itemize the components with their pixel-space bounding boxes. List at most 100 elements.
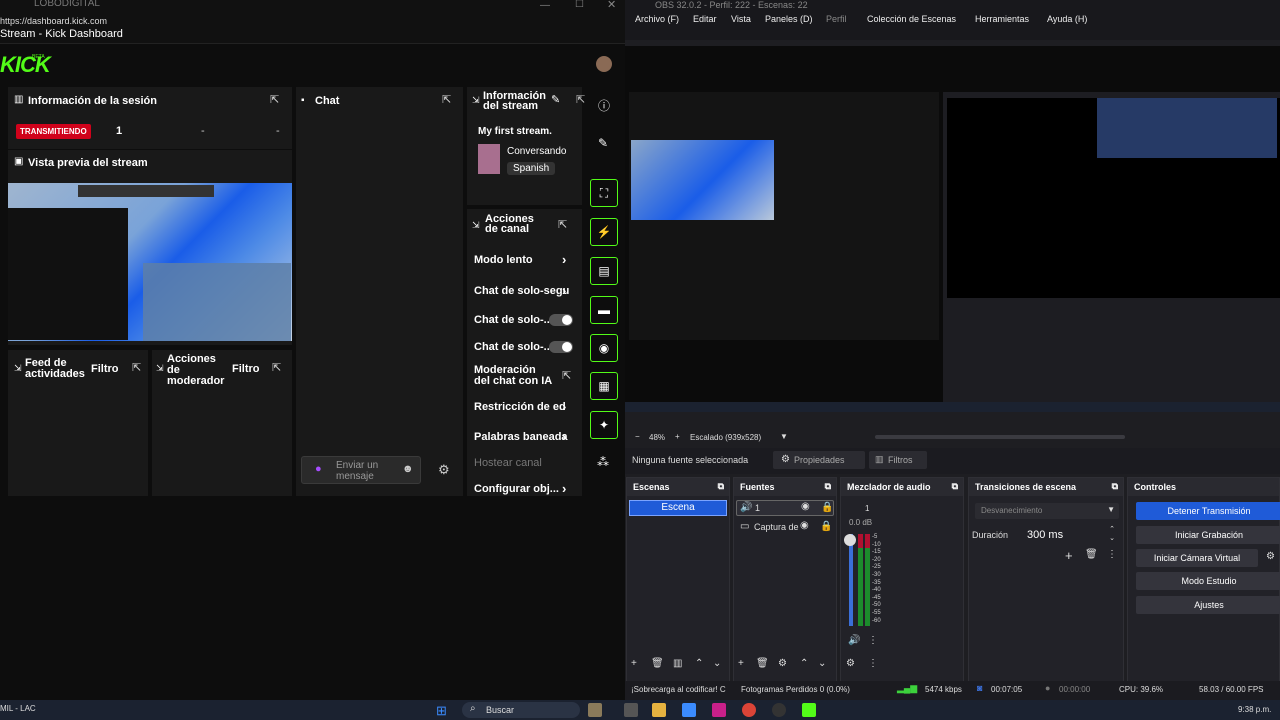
browser-tab-label[interactable]: LOBODIGITAL — [34, 0, 100, 9]
source-settings-gear-icon[interactable]: ⚙ — [778, 658, 787, 669]
chrome-icon[interactable] — [742, 703, 756, 717]
emote-icon[interactable]: ● — [315, 463, 322, 475]
mixer-link-icon[interactable]: ⚙ — [846, 658, 855, 669]
kebab-menu-icon[interactable]: ⋮ — [1107, 549, 1117, 560]
activity-feed-filter[interactable]: Filtro — [91, 363, 119, 375]
chevron-right-icon[interactable]: › — [562, 429, 566, 444]
chevron-right-icon[interactable]: › — [562, 481, 566, 496]
expand-icon[interactable]: ⇱ — [558, 218, 567, 231]
edit-pencil-icon[interactable]: ✎ — [551, 93, 560, 106]
scan-icon[interactable]: ⛶ — [590, 179, 618, 207]
move-up-icon[interactable]: ⌃ — [800, 658, 808, 669]
lock-icon[interactable]: 🔒 — [821, 502, 833, 513]
avatar[interactable] — [596, 56, 612, 72]
eye-icon[interactable]: ◉ — [801, 501, 810, 512]
filters-button[interactable]: ▥ Filtros — [869, 451, 927, 469]
menu-help[interactable]: Ayuda (H) — [1047, 14, 1087, 24]
obs-taskbar-icon[interactable] — [772, 703, 786, 717]
kick-taskbar-icon[interactable] — [802, 703, 816, 717]
followers-only-item[interactable]: Chat de solo-segu — [474, 285, 569, 297]
window-minimize-icon[interactable]: — — [540, 0, 550, 11]
stepper-down-icon[interactable]: ⌄ — [1109, 534, 1115, 542]
preview-scrollbar[interactable] — [875, 435, 1125, 439]
undock-icon[interactable]: ⧉ — [825, 481, 831, 492]
banned-words-item[interactable]: Palabras baneada — [474, 431, 568, 443]
expand-icon[interactable]: ⇱ — [270, 93, 279, 106]
windows-start-icon[interactable]: ⊞ — [436, 703, 447, 719]
transition-type-select[interactable]: Desvanecimiento ▼ — [975, 503, 1119, 519]
kebab-menu-icon[interactable]: ⋮ — [868, 658, 878, 669]
menu-view[interactable]: Vista — [731, 14, 751, 24]
configure-goal-item[interactable]: Configurar obj... — [474, 483, 559, 495]
move-up-icon[interactable]: ⌃ — [695, 658, 703, 669]
source-item[interactable]: ▭ Captura de ◉ 🔒 — [736, 520, 834, 536]
emotes-only-toggle[interactable] — [549, 341, 573, 353]
subs-only-toggle[interactable] — [549, 314, 573, 326]
scene-filter-icon[interactable]: ▥ — [673, 658, 682, 669]
store-icon[interactable] — [682, 703, 696, 717]
layout-icon[interactable]: ▦ — [590, 372, 618, 400]
lightning-icon[interactable]: ⚡ — [590, 218, 618, 246]
expand-icon[interactable]: ⇱ — [576, 93, 585, 106]
settings-button[interactable]: Ajustes — [1136, 596, 1280, 614]
volume-slider-handle[interactable] — [844, 534, 856, 546]
menu-file[interactable]: Archivo (F) — [635, 14, 679, 24]
undock-icon[interactable]: ⧉ — [952, 481, 958, 492]
external-link-icon[interactable]: ⇱ — [562, 369, 571, 382]
window-maximize-icon[interactable]: ☐ — [575, 0, 584, 10]
chevron-right-icon[interactable]: › — [562, 399, 566, 414]
edit-restriction-item[interactable]: Restricción de ed — [474, 401, 566, 413]
source-item[interactable]: 🔊 1 ◉ 🔒 — [736, 500, 834, 516]
mod-actions-filter[interactable]: Filtro — [232, 363, 260, 375]
remove-source-icon[interactable]: 🗑 — [756, 658, 769, 669]
add-source-icon[interactable]: + — [738, 658, 744, 669]
edit-pencil-icon[interactable]: ✎ — [598, 136, 608, 150]
zoom-in-icon[interactable]: + — [675, 432, 680, 441]
zoom-out-icon[interactable]: − — [635, 432, 640, 441]
remove-transition-icon[interactable]: 🗑 — [1085, 549, 1098, 560]
file-explorer-icon[interactable] — [652, 703, 666, 717]
expand-icon[interactable]: ⇱ — [272, 361, 281, 374]
chevron-right-icon[interactable]: › — [562, 283, 566, 298]
add-scene-icon[interactable]: + — [631, 658, 637, 669]
lock-icon[interactable]: 🔒 — [820, 521, 832, 532]
menu-profile[interactable]: Perfil — [826, 14, 847, 24]
chat-bubble-icon[interactable]: ▬ — [590, 296, 618, 324]
wrench-icon[interactable]: ✦ — [590, 411, 618, 439]
scaling-label[interactable]: Escalado (939x528) — [690, 433, 761, 442]
tiktok-icon[interactable] — [712, 703, 726, 717]
move-down-icon[interactable]: ⌄ — [818, 658, 826, 669]
emoji-icon[interactable]: ☻ — [402, 463, 414, 475]
widgets-icon[interactable] — [588, 703, 602, 717]
weather-label[interactable]: MIL - LAC — [0, 704, 36, 713]
chevron-down-icon[interactable]: ▼ — [780, 432, 788, 441]
mute-speaker-icon[interactable]: 🔊 — [848, 635, 860, 646]
menu-docks[interactable]: Paneles (D) — [765, 14, 813, 24]
add-transition-icon[interactable]: + — [1065, 548, 1073, 563]
eye-icon[interactable]: ◉ — [800, 520, 809, 531]
stop-streaming-button[interactable]: Detener Transmisión — [1136, 502, 1280, 520]
obs-preview-canvas[interactable] — [625, 46, 1280, 412]
stepper-up-icon[interactable]: ⌃ — [1109, 525, 1115, 533]
studio-mode-button[interactable]: Modo Estudio — [1136, 572, 1280, 590]
expand-icon[interactable]: ⇱ — [132, 361, 141, 374]
chat-message-input[interactable]: ● Enviar un mensaje ☻ — [301, 456, 421, 484]
chevron-right-icon[interactable]: › — [562, 252, 566, 267]
menu-tools[interactable]: Herramientas — [975, 14, 1029, 24]
browser-url[interactable]: https://dashboard.kick.com — [0, 16, 107, 26]
virtual-camera-button[interactable]: Iniciar Cámara Virtual — [1136, 549, 1258, 567]
info-icon[interactable]: ⓘ — [598, 97, 610, 114]
stream-preview-image[interactable] — [8, 183, 292, 341]
scene-item[interactable]: Escena — [629, 500, 727, 516]
kebab-menu-icon[interactable]: ⋮ — [868, 635, 878, 646]
menu-edit[interactable]: Editar — [693, 14, 717, 24]
document-icon[interactable]: ▤ — [590, 257, 618, 285]
start-recording-button[interactable]: Iniciar Grabación — [1136, 526, 1280, 544]
volume-slider[interactable] — [849, 534, 853, 626]
undock-icon[interactable]: ⧉ — [1112, 481, 1118, 492]
expand-icon[interactable]: ⇱ — [442, 93, 451, 106]
slow-mode-item[interactable]: Modo lento — [474, 254, 533, 266]
vcam-settings-gear-icon[interactable]: ⚙ — [1266, 551, 1275, 562]
remove-scene-icon[interactable]: 🗑 — [651, 658, 664, 669]
properties-button[interactable]: ⚙ Propiedades — [773, 451, 865, 469]
